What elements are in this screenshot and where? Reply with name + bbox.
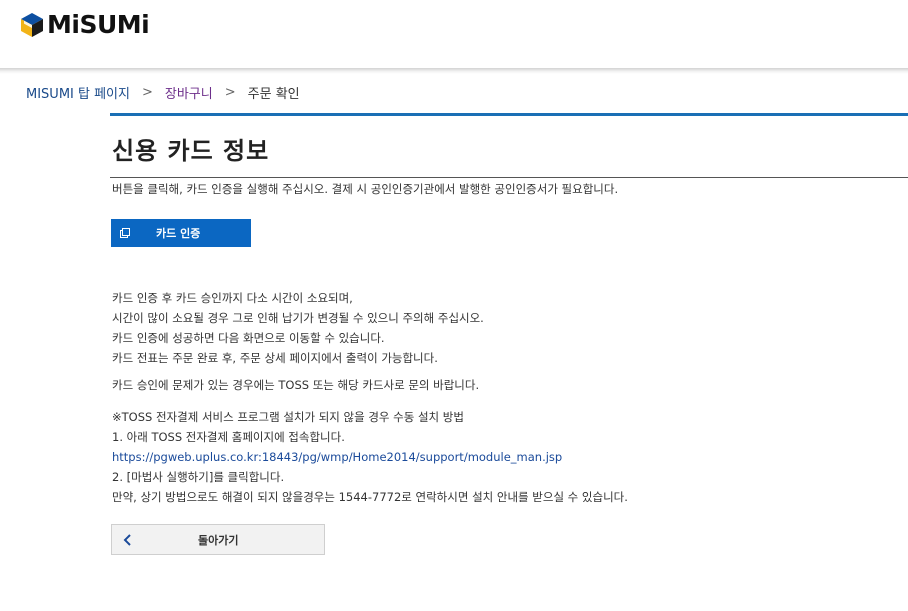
toss-notice: 카드 승인에 문제가 있는 경우에는 TOSS 또는 해당 카드사로 문의 바랍… [112, 375, 479, 395]
breadcrumb-cart-link[interactable]: 장바구니 [165, 83, 213, 102]
misumi-cube-icon [21, 13, 43, 37]
page-title: 신용 카드 정보 [112, 137, 270, 165]
breadcrumb-separator: > [141, 85, 153, 100]
manual-install-heading: ※TOSS 전자결제 서비스 프로그램 설치가 되지 않을 경우 수동 설치 방… [112, 410, 464, 424]
breadcrumb-separator: > [224, 85, 236, 100]
popup-window-icon [120, 228, 130, 238]
misumi-logo[interactable]: MiSUMi [20, 10, 150, 39]
chevron-left-icon [123, 533, 131, 546]
header-divider [0, 68, 908, 74]
notice-line: 카드 인증 후 카드 승인까지 다소 시간이 소요되며, [112, 291, 353, 305]
manual-install-contact: 만약, 상기 방법으로도 해결이 되지 않을경우는 1544-7772로 연락하… [112, 490, 628, 504]
notice-line: 시간이 많이 소요될 경우 그로 인해 납기가 변경될 수 있으니 주의해 주십… [112, 311, 484, 325]
brand-name: MiSUMi [47, 10, 150, 39]
intro-text: 버튼을 클릭해, 카드 인증을 실행해 주십시오. 결제 시 공인인증기관에서 … [112, 182, 619, 196]
back-button-label: 돌아가기 [198, 533, 239, 547]
notice-line: 카드 인증에 성공하면 다음 화면으로 이동할 수 있습니다. [112, 331, 385, 345]
card-auth-notice: 카드 인증 후 카드 승인까지 다소 시간이 소요되며, 시간이 많이 소요될 … [112, 288, 484, 368]
card-auth-button-label: 카드 인증 [156, 227, 201, 240]
section-accent-line [110, 113, 908, 116]
card-auth-button[interactable]: 카드 인증 [111, 219, 251, 247]
back-button[interactable]: 돌아가기 [111, 524, 325, 555]
manual-install-step2: 2. [마법사 실행하기]를 클릭합니다. [112, 470, 285, 484]
breadcrumb-home-link[interactable]: MISUMI 탑 페이지 [26, 83, 130, 102]
notice-line: 카드 전표는 주문 완료 후, 주문 상세 페이지에서 출력이 가능합니다. [112, 351, 438, 365]
breadcrumb-current: 주문 확인 [247, 87, 300, 102]
site-header: MiSUMi [0, 0, 908, 70]
toss-support-link[interactable]: https://pgweb.uplus.co.kr:18443/pg/wmp/H… [112, 450, 562, 464]
breadcrumb: MISUMI 탑 페이지 > 장바구니 > 주문 확인 [26, 83, 300, 102]
toss-notice-text: 카드 승인에 문제가 있는 경우에는 TOSS 또는 해당 카드사로 문의 바랍… [112, 378, 480, 392]
manual-install-step1: 1. 아래 TOSS 전자결제 홈페이지에 접속합니다. [112, 430, 345, 444]
title-underline [110, 177, 908, 178]
manual-install-section: ※TOSS 전자결제 서비스 프로그램 설치가 되지 않을 경우 수동 설치 방… [112, 407, 628, 507]
